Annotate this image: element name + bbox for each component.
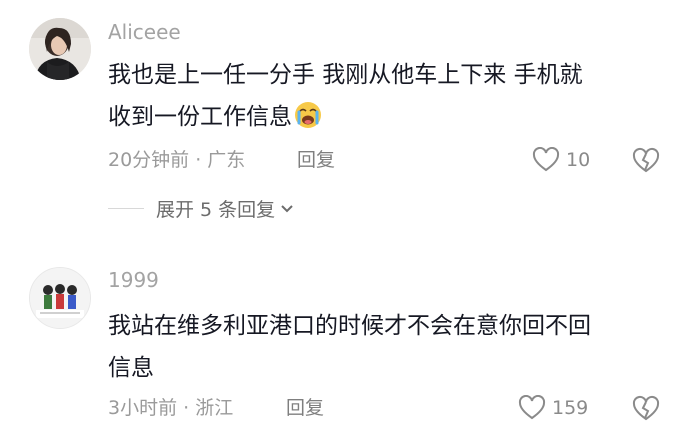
- expand-replies-label: 展开 5 条回复: [156, 198, 276, 221]
- comment-meta: 20分钟前 · 广东 回复 10: [108, 147, 690, 173]
- like-count: 159: [552, 397, 589, 419]
- crying-face-emoji-icon: [295, 102, 321, 128]
- divider-line: [108, 207, 144, 209]
- username[interactable]: Aliceee: [108, 20, 181, 44]
- comment-text-line: 收到一份工作信息: [108, 96, 668, 138]
- time-location: 3小时前 · 浙江: [108, 397, 234, 419]
- heart-outline-icon: [532, 147, 560, 172]
- comment-text: 我站在维多利亚港口的时候才不会在意你回不回 信息: [108, 305, 668, 389]
- comment-text: 我也是上一任一分手 我刚从他车上下来 手机就 收到一份工作信息: [108, 54, 668, 138]
- reply-button[interactable]: 回复: [297, 147, 335, 173]
- reply-button[interactable]: 回复: [286, 395, 324, 421]
- comment-text-line-content: 收到一份工作信息: [108, 104, 292, 130]
- comment-text-line: 我也是上一任一分手 我刚从他车上下来 手机就: [108, 62, 583, 88]
- comment-text-line: 信息: [108, 355, 154, 381]
- avatar[interactable]: [29, 267, 91, 329]
- like-button[interactable]: 159: [518, 395, 588, 421]
- comment-item: Aliceee 我也是上一任一分手 我刚从他车上下来 手机就 收到一份工作信息 …: [0, 0, 690, 250]
- chevron-down-icon: [281, 205, 293, 213]
- broken-heart-icon[interactable]: [632, 147, 660, 175]
- comment-text-line: 我站在维多利亚港口的时候才不会在意你回不回: [108, 313, 591, 339]
- broken-heart-icon[interactable]: [632, 395, 660, 423]
- like-button[interactable]: 10: [532, 147, 590, 173]
- time-location: 20分钟前 · 广东: [108, 149, 246, 171]
- username[interactable]: 1999: [108, 268, 159, 292]
- avatar[interactable]: [29, 18, 91, 80]
- comment-meta: 3小时前 · 浙江 回复 159: [108, 395, 690, 421]
- like-count: 10: [566, 149, 591, 171]
- comment-item: 1999 我站在维多利亚港口的时候才不会在意你回不回 信息 3小时前 · 浙江 …: [0, 250, 690, 435]
- expand-replies-button[interactable]: 展开 5 条回复: [108, 195, 294, 221]
- heart-outline-icon: [518, 395, 546, 420]
